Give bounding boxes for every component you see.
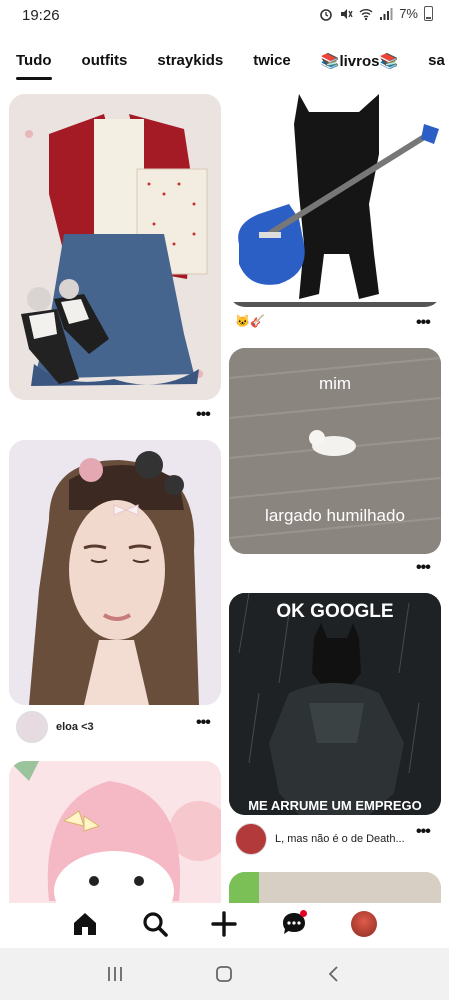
home-icon — [73, 913, 96, 935]
pin-batman-username[interactable]: L, mas não é o de Death... — [275, 833, 405, 845]
profile-avatar — [351, 911, 378, 937]
plus-icon — [211, 911, 238, 937]
tab-tudo[interactable]: Tudo — [16, 52, 52, 80]
batman-rain-photo — [229, 593, 441, 815]
pin-mim-image[interactable]: mim largado humilhado — [229, 348, 441, 554]
black-cat-with-guitar — [229, 94, 441, 307]
pin-cat-guitar-meta: 🐱🎸 — [235, 314, 265, 328]
back-icon[interactable] — [324, 964, 344, 984]
tab-straykids[interactable]: straykids — [157, 52, 223, 76]
battery-percent: 7% — [399, 6, 418, 21]
pin-batman-meta: L, mas não é o de Death... — [235, 823, 405, 855]
pin-girl-username[interactable]: eloa <3 — [56, 721, 94, 733]
pin-batman-more-button[interactable]: ••• — [416, 824, 431, 840]
avatar[interactable] — [16, 711, 48, 743]
home-circle-icon[interactable] — [214, 964, 234, 984]
signal-icon — [380, 7, 393, 20]
system-nav-bar — [0, 948, 449, 1000]
board-tabs: Tudo outfits straykids twice 📚livros📚 sa — [16, 52, 449, 80]
bottom-nav — [0, 903, 449, 945]
avatar[interactable] — [235, 823, 267, 855]
tab-livros[interactable]: 📚livros📚 — [321, 52, 398, 76]
my-melody-illustration — [9, 761, 221, 904]
pin-cat-guitar-more-button[interactable]: ••• — [416, 315, 431, 331]
messages-button[interactable] — [279, 909, 309, 939]
pin-mim-bottom-text: largado humilhado — [265, 506, 405, 525]
pin-feed[interactable]: ••• eloa <3 ••• 🐱🎸 ••• mim largado humil… — [0, 94, 449, 904]
tab-outfits[interactable]: outfits — [82, 52, 128, 76]
profile-button[interactable] — [349, 909, 379, 939]
pin-melody-image[interactable] — [9, 761, 221, 904]
recent-apps-icon[interactable] — [105, 964, 125, 984]
create-button[interactable] — [209, 909, 239, 939]
search-icon — [143, 912, 168, 937]
alarm-icon — [320, 8, 333, 21]
pin-girl-image[interactable] — [9, 440, 221, 705]
status-bar: 19:26 7% — [0, 0, 449, 32]
pin-mim-top-text: mim — [318, 374, 352, 393]
battery-icon — [424, 6, 433, 21]
search-button[interactable] — [140, 909, 170, 939]
status-time: 19:26 — [22, 7, 60, 24]
home-button[interactable] — [70, 909, 100, 939]
mute-icon — [341, 8, 353, 19]
pin-girl-more-button[interactable]: ••• — [196, 715, 211, 731]
tab-sa[interactable]: sa — [428, 52, 445, 76]
pin-girl-meta: eloa <3 — [16, 711, 94, 743]
status-icons: 7% — [319, 6, 433, 21]
partial-photo — [229, 872, 441, 904]
pin-outfit-more-button[interactable]: ••• — [196, 407, 211, 423]
outfit-illustration — [9, 94, 221, 400]
pin-cat-guitar-caption: 🐱🎸 — [235, 314, 265, 328]
pin-cat-guitar-image[interactable] — [229, 94, 441, 307]
pin-batman-top-text: OK GOOGLE — [276, 601, 394, 622]
pin-batman-bottom-text: ME ARRUME UM EMPREGO — [248, 798, 422, 813]
wifi-icon — [359, 8, 373, 20]
pin-batman-image[interactable]: OK GOOGLE ME ARRUME UM EMPREGO — [229, 593, 441, 815]
tab-twice[interactable]: twice — [253, 52, 291, 76]
pin-outfit-image[interactable] — [9, 94, 221, 400]
girl-portrait — [9, 440, 221, 705]
pin-mim-more-button[interactable]: ••• — [416, 560, 431, 576]
pin-partial-image[interactable] — [229, 872, 441, 904]
